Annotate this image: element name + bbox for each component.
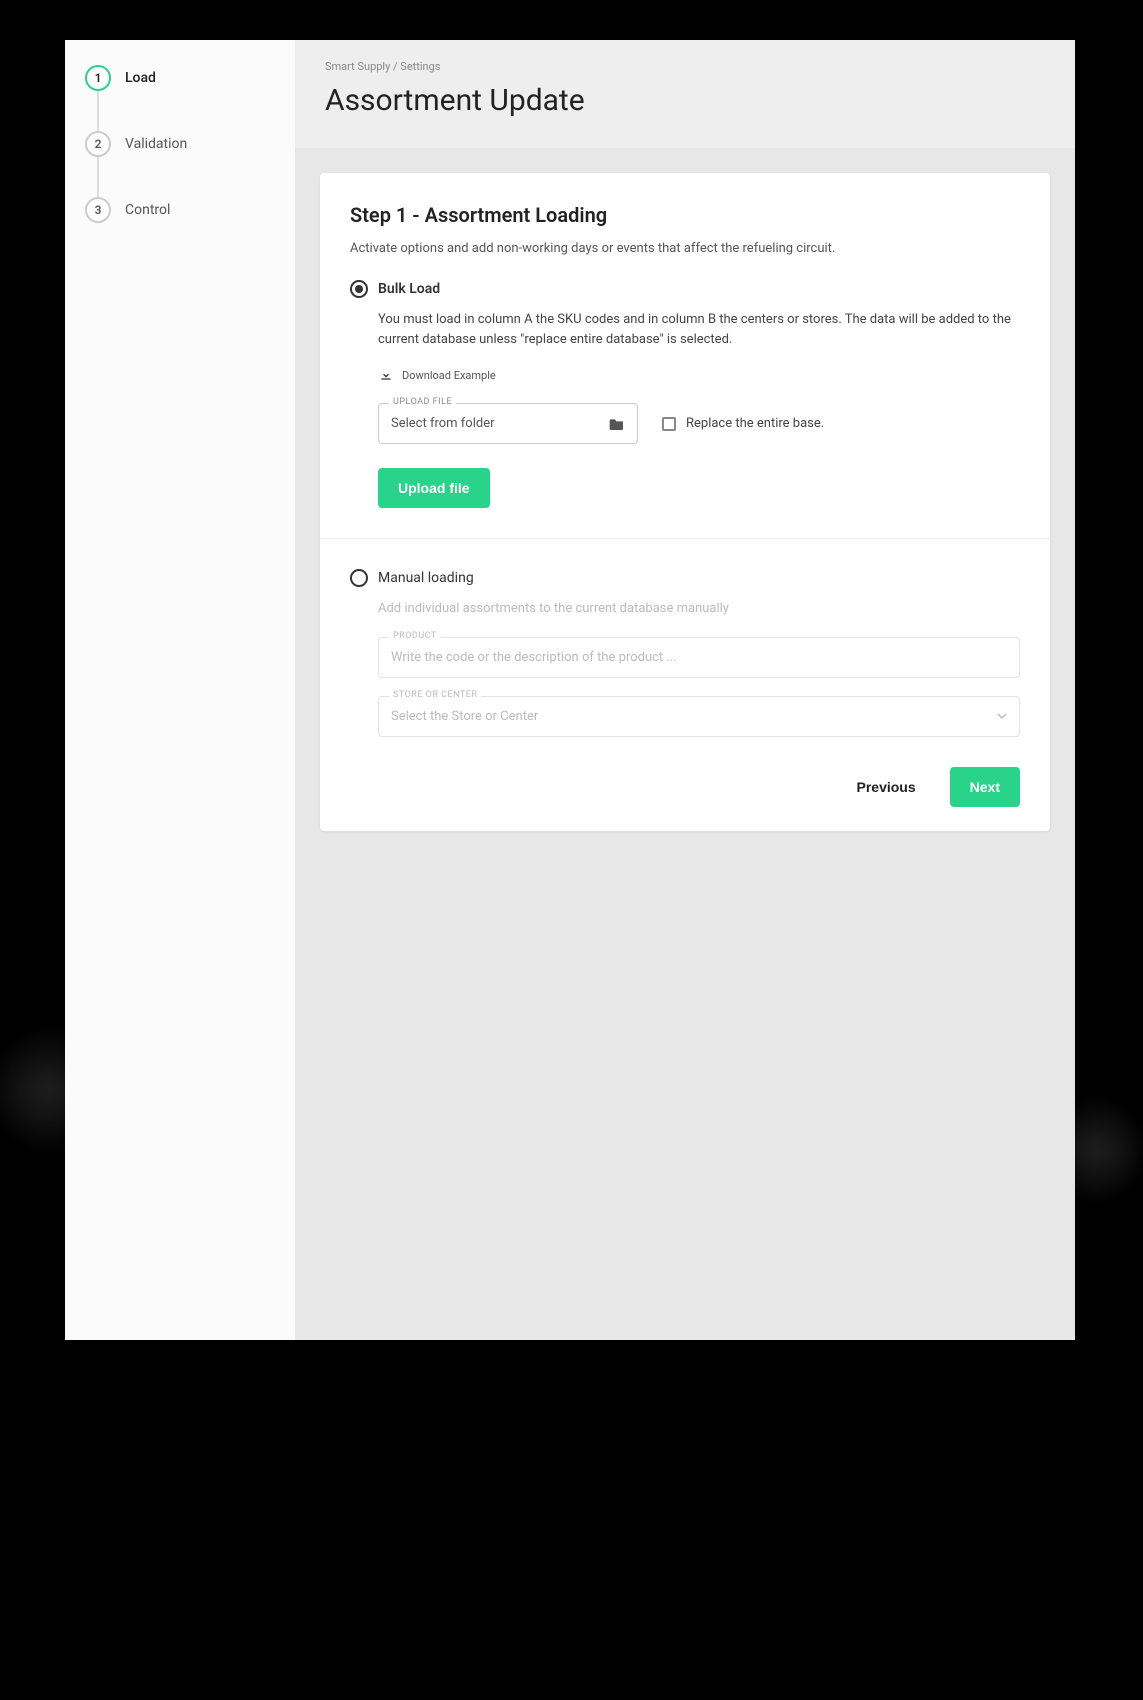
store-legend: STORE OR CENTER	[389, 690, 481, 700]
step-label: Load	[125, 70, 156, 86]
manual-desc: Add individual assortments to the curren…	[378, 599, 1020, 619]
step-connector	[97, 91, 99, 131]
step-number: 2	[85, 131, 111, 157]
download-icon	[378, 367, 394, 383]
option-manual-loading: Manual loading Add individual assortment…	[350, 569, 1020, 737]
content-card: Step 1 - Assortment Loading Activate opt…	[320, 173, 1050, 831]
replace-checkbox[interactable]: Replace the entire base.	[662, 416, 824, 431]
product-legend: PRODUCT	[389, 631, 441, 641]
store-placeholder: Select the Store or Center	[391, 709, 538, 724]
upload-row: UPLOAD FILE Select from folder Replace t…	[378, 403, 1020, 444]
step-list: 1 Load 2 Validation 3 Control	[85, 65, 275, 223]
previous-button[interactable]: Previous	[837, 767, 936, 807]
product-field-wrap: PRODUCT Write the code or the descriptio…	[378, 637, 1020, 678]
chevron-down-icon	[997, 711, 1007, 721]
option-bulk-load: Bulk Load You must load in column A the …	[350, 280, 1020, 508]
footer-actions: Previous Next	[350, 767, 1020, 807]
radio-manual-loading[interactable]: Manual loading	[350, 569, 1020, 587]
upload-file-button[interactable]: Upload file	[378, 468, 490, 508]
step-number: 1	[85, 65, 111, 91]
bulk-desc: You must load in column A the SKU codes …	[378, 310, 1020, 349]
main: Smart Supply / Settings Assortment Updat…	[295, 40, 1075, 1340]
upload-placeholder: Select from folder	[391, 416, 495, 431]
next-button[interactable]: Next	[950, 767, 1020, 807]
checkbox-icon	[662, 417, 676, 431]
divider	[320, 538, 1050, 539]
product-placeholder: Write the code or the description of the…	[391, 650, 677, 665]
manual-body: Add individual assortments to the curren…	[350, 599, 1020, 737]
sidebar-step-control[interactable]: 3 Control	[85, 197, 275, 223]
product-input[interactable]: PRODUCT Write the code or the descriptio…	[378, 637, 1020, 678]
folder-icon	[609, 417, 625, 431]
radio-bulk-load[interactable]: Bulk Load	[350, 280, 1020, 298]
step-number: 3	[85, 197, 111, 223]
card-subtitle: Activate options and add non-working day…	[350, 241, 1020, 256]
download-example-link[interactable]: Download Example	[378, 367, 496, 383]
store-select[interactable]: STORE OR CENTER Select the Store or Cent…	[378, 696, 1020, 737]
bulk-body: You must load in column A the SKU codes …	[350, 310, 1020, 508]
radio-label: Bulk Load	[378, 281, 440, 297]
page-title: Assortment Update	[325, 83, 1045, 118]
sidebar-step-load[interactable]: 1 Load	[85, 65, 275, 131]
sidebar-step-validation[interactable]: 2 Validation	[85, 131, 275, 197]
radio-icon	[350, 280, 368, 298]
radio-label: Manual loading	[378, 570, 474, 586]
step-label: Control	[125, 202, 170, 218]
card-title: Step 1 - Assortment Loading	[350, 203, 1020, 227]
store-field-wrap: STORE OR CENTER Select the Store or Cent…	[378, 696, 1020, 737]
app-window: 1 Load 2 Validation 3 Control Smart Supp…	[65, 40, 1075, 1340]
upload-legend: UPLOAD FILE	[389, 397, 456, 407]
replace-label: Replace the entire base.	[686, 416, 824, 431]
upload-file-field[interactable]: UPLOAD FILE Select from folder	[378, 403, 638, 444]
radio-icon	[350, 569, 368, 587]
step-label: Validation	[125, 136, 187, 152]
breadcrumb[interactable]: Smart Supply / Settings	[325, 60, 1045, 73]
sidebar: 1 Load 2 Validation 3 Control	[65, 40, 295, 1340]
step-connector	[97, 157, 99, 197]
download-label: Download Example	[402, 369, 496, 382]
main-header: Smart Supply / Settings Assortment Updat…	[295, 40, 1075, 148]
